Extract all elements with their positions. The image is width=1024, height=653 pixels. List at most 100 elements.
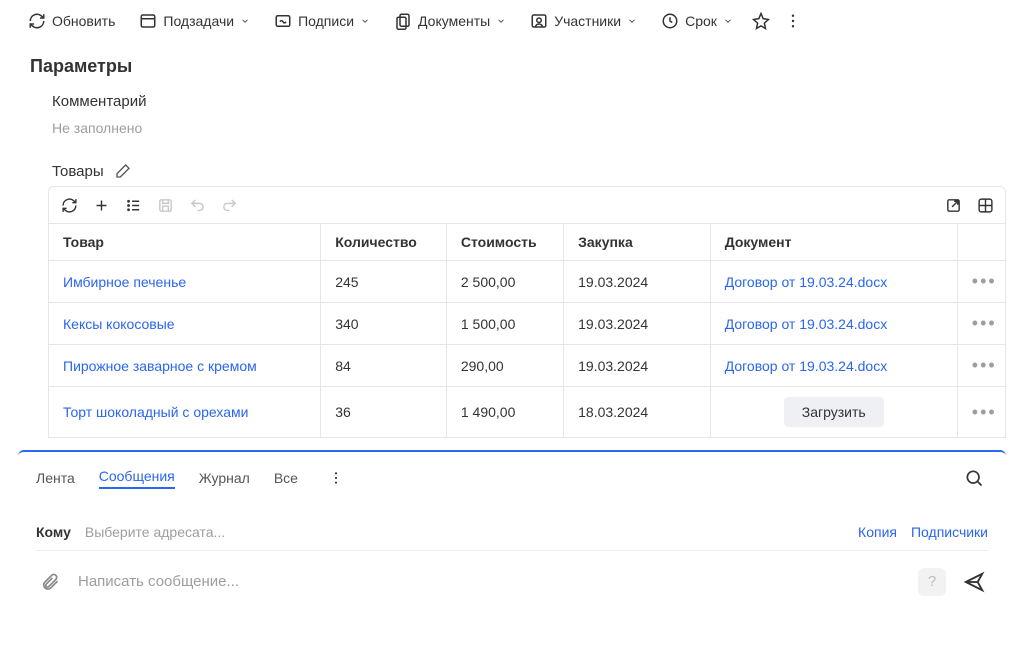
cell-cost: 290,00 [446,345,563,387]
paperclip-icon [40,572,60,592]
message-input[interactable] [78,567,904,596]
chevron-down-icon [496,16,506,26]
table-popout-button[interactable] [941,193,965,217]
product-link[interactable]: Пирожное заварное с кремом [63,358,257,374]
help-button[interactable]: ? [918,568,946,596]
question-icon: ? [928,573,936,590]
more-button[interactable] [779,7,807,35]
tab-messages[interactable]: Сообщения [99,468,175,489]
col-purchase[interactable]: Закупка [564,224,711,261]
cell-document: Договор от 19.03.24.docx [710,303,957,345]
refresh-button[interactable]: Обновить [18,6,125,36]
cell-qty: 245 [321,261,447,303]
product-link[interactable]: Кексы кокосовые [63,316,175,332]
cell-qty: 340 [321,303,447,345]
col-product[interactable]: Товар [49,224,321,261]
search-button[interactable] [960,464,988,492]
chevron-down-icon [627,16,637,26]
participants-label: Участники [554,13,621,29]
star-button[interactable] [747,7,775,35]
copy-link[interactable]: Копия [858,524,897,540]
section-title: Параметры [30,56,1006,77]
participants-icon [530,12,548,30]
clock-icon [661,12,679,30]
table-add-button[interactable] [89,193,113,217]
star-icon [752,12,770,30]
row-menu-button[interactable]: ••• [972,355,997,375]
table-undo-button [185,193,209,217]
more-vertical-icon [328,470,344,486]
more-vertical-icon [784,12,802,30]
recipient-input[interactable] [85,524,844,540]
top-toolbar: Обновить Подзадачи Подписи Документы Уча… [0,0,1024,42]
row-menu-button[interactable]: ••• [972,313,997,333]
goods-table: Товар Количество Стоимость Закупка Докум… [48,224,1006,438]
table-toolbar [48,186,1006,224]
refresh-label: Обновить [52,13,115,29]
to-label: Кому [36,524,71,540]
cell-qty: 36 [321,387,447,438]
deadline-label: Срок [685,13,717,29]
table-redo-button [217,193,241,217]
documents-icon [394,12,412,30]
signatures-label: Подписи [298,13,354,29]
cell-document: Договор от 19.03.24.docx [710,345,957,387]
tab-feed[interactable]: Лента [36,470,75,486]
chevron-down-icon [360,16,370,26]
documents-dropdown[interactable]: Документы [384,6,516,36]
edit-icon[interactable] [114,162,132,180]
cell-purchase: 18.03.2024 [564,387,711,438]
col-document[interactable]: Документ [710,224,957,261]
col-menu [957,224,1005,261]
document-link[interactable]: Договор от 19.03.24.docx [725,358,888,374]
cell-qty: 84 [321,345,447,387]
table-save-button [153,193,177,217]
chevron-down-icon [723,16,733,26]
subtasks-dropdown[interactable]: Подзадачи [129,6,260,36]
table-refresh-button[interactable] [57,193,81,217]
document-link[interactable]: Договор от 19.03.24.docx [725,274,888,290]
search-icon [964,468,984,488]
participants-dropdown[interactable]: Участники [520,6,647,36]
table-expand-button[interactable] [973,193,997,217]
col-qty[interactable]: Количество [321,224,447,261]
row-menu-button[interactable]: ••• [972,402,997,422]
tab-all[interactable]: Все [274,470,298,486]
deadline-dropdown[interactable]: Срок [651,6,743,36]
document-link[interactable]: Договор от 19.03.24.docx [725,316,888,332]
signatures-dropdown[interactable]: Подписи [264,6,380,36]
col-cost[interactable]: Стоимость [446,224,563,261]
activity-tabs: Лента Сообщения Журнал Все [18,450,1006,504]
attach-button[interactable] [36,568,64,596]
cell-document: Загрузить [710,387,957,438]
cell-cost: 1 490,00 [446,387,563,438]
comment-label: Комментарий [52,93,1006,110]
cell-cost: 2 500,00 [446,261,563,303]
upload-button[interactable]: Загрузить [784,397,884,427]
tab-journal[interactable]: Журнал [199,470,250,486]
subscribers-link[interactable]: Подписчики [911,524,988,540]
send-icon [963,571,985,593]
signature-icon [274,12,292,30]
cell-purchase: 19.03.2024 [564,303,711,345]
cell-cost: 1 500,00 [446,303,563,345]
comment-value[interactable]: Не заполнено [52,120,1006,136]
product-link[interactable]: Торт шоколадный с орехами [63,404,248,420]
parameters-section: Параметры Комментарий Не заполнено Товар… [0,42,1024,446]
table-row[interactable]: Торт шоколадный с орехами 361 490,0018.03… [49,387,1006,438]
tabs-more-button[interactable] [322,464,350,492]
documents-label: Документы [418,13,490,29]
subtasks-icon [139,12,157,30]
chevron-down-icon [240,16,250,26]
product-link[interactable]: Имбирное печенье [63,274,186,290]
table-row[interactable]: Имбирное печенье2452 500,0019.03.2024Дог… [49,261,1006,303]
cell-document: Договор от 19.03.24.docx [710,261,957,303]
refresh-icon [28,12,46,30]
row-menu-button[interactable]: ••• [972,271,997,291]
table-list-button[interactable] [121,193,145,217]
table-row[interactable]: Пирожное заварное с кремом 84290,0019.03.… [49,345,1006,387]
table-row[interactable]: Кексы кокосовые 3401 500,0019.03.2024 Дого… [49,303,1006,345]
cell-purchase: 19.03.2024 [564,345,711,387]
send-button[interactable] [960,568,988,596]
compose-box: Кому Копия Подписчики ? [18,512,1006,606]
